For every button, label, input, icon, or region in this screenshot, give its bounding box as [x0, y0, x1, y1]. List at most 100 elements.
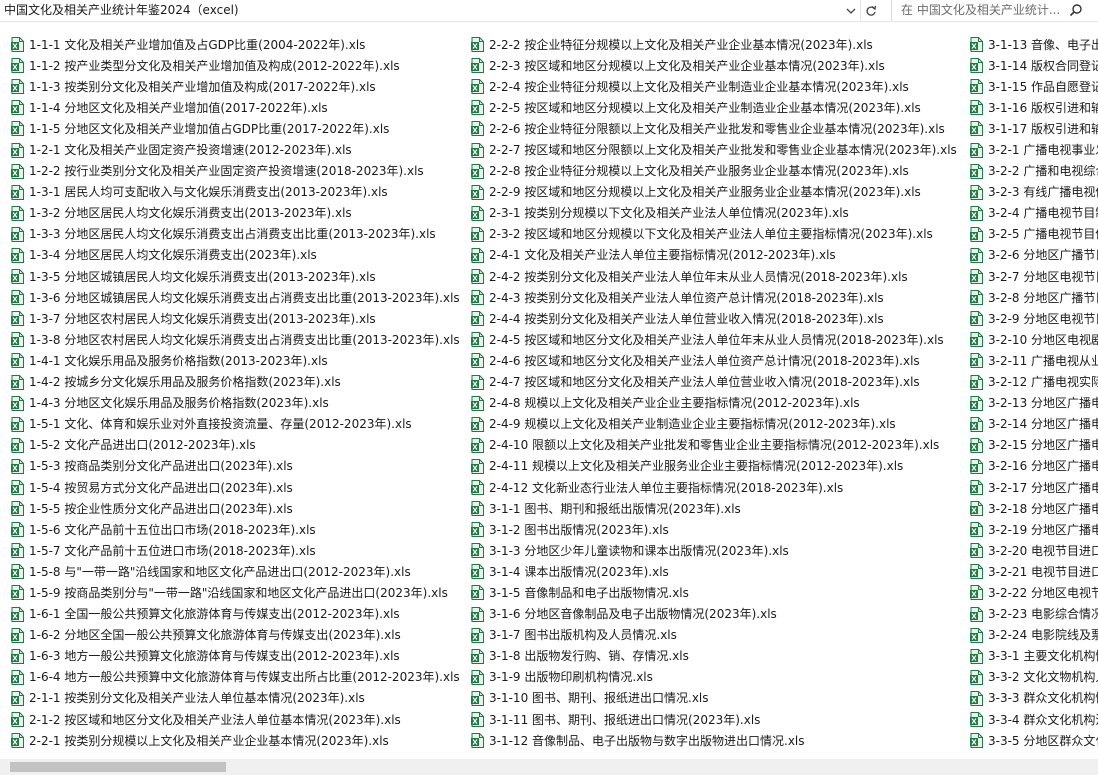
- file-item[interactable]: 3-2-7 分地区电视节目: [970, 266, 1098, 287]
- file-item[interactable]: 2-1-1 按类别分文化及相关产业法人单位基本情况(2023年).xls: [11, 688, 460, 709]
- file-item[interactable]: 2-2-3 按区域和地区分规模以上文化及相关产业企业基本情况(2023年).xl…: [471, 55, 957, 76]
- file-item[interactable]: 1-5-3 按商品类别分文化产品进出口(2023年).xls: [11, 456, 460, 477]
- file-item[interactable]: 1-5-6 文化产品前十五位出口市场(2018-2023年).xls: [11, 519, 460, 540]
- file-item[interactable]: 1-6-1 全国一般公共预算文化旅游体育与传媒支出(2012-2023年).xl…: [11, 604, 460, 625]
- file-item[interactable]: 2-3-1 按类别分规模以下文化及相关产业法人单位情况(2023年).xls: [471, 203, 957, 224]
- file-item[interactable]: 2-3-2 按区域和地区分规模以下文化及相关产业法人单位主要指标情况(2023年…: [471, 224, 957, 245]
- file-item[interactable]: 1-3-8 分地区农村居民人均文化娱乐消费支出占消费支出比重(2013-2023…: [11, 329, 460, 350]
- file-item[interactable]: 2-4-5 按区域和地区分文化及相关产业法人单位年末从业人员情况(2018-20…: [471, 329, 957, 350]
- file-item[interactable]: 2-2-6 按企业特征分限额以上文化及相关产业批发和零售业企业基本情况(2023…: [471, 118, 957, 139]
- file-item[interactable]: 1-6-2 分地区全国一般公共预算文化旅游体育与传媒支出(2023年).xls: [11, 625, 460, 646]
- file-item[interactable]: 3-1-6 分地区音像制品及电子出版物情况(2023年).xls: [471, 604, 957, 625]
- file-item[interactable]: 1-5-2 文化产品进出口(2012-2023年).xls: [11, 435, 460, 456]
- file-item[interactable]: 2-4-8 规模以上文化及相关产业企业主要指标情况(2012-2023年).xl…: [471, 393, 957, 414]
- file-item[interactable]: 1-5-4 按贸易方式分文化产品进出口(2023年).xls: [11, 477, 460, 498]
- chevron-down-icon[interactable]: [842, 0, 860, 21]
- file-item[interactable]: 2-2-1 按类别分规模以上文化及相关产业企业基本情况(2023年).xls: [11, 730, 460, 751]
- file-item[interactable]: 3-3-4 群众文化机构活: [970, 709, 1098, 730]
- file-item[interactable]: 1-3-5 分地区城镇居民人均文化娱乐消费支出(2013-2023年).xls: [11, 266, 460, 287]
- file-item[interactable]: 3-2-5 广播电视节目传: [970, 224, 1098, 245]
- file-item[interactable]: 2-4-11 规模以上文化及相关产业服务业企业主要指标情况(2012-2023年…: [471, 456, 957, 477]
- file-item[interactable]: 1-1-2 按产业类型分文化及相关产业增加值及构成(2012-2022年).xl…: [11, 55, 460, 76]
- file-item[interactable]: 3-1-7 图书出版机构及人员情况.xls: [471, 625, 957, 646]
- file-item[interactable]: 3-1-1 图书、期刊和报纸出版情况(2023年).xls: [471, 498, 957, 519]
- file-item[interactable]: 3-2-22 分地区电视节: [970, 582, 1098, 603]
- file-item[interactable]: 3-2-19 分地区广播电: [970, 519, 1098, 540]
- file-item[interactable]: 3-2-11 广播电视从业: [970, 350, 1098, 371]
- file-item[interactable]: 2-4-10 限额以上文化及相关产业批发和零售业企业主要指标情况(2012-20…: [471, 435, 957, 456]
- file-item[interactable]: 1-1-5 分地区文化及相关产业增加值占GDP比重(2017-2022年).xl…: [11, 118, 460, 139]
- file-item[interactable]: 1-4-1 文化娱乐用品及服务价格指数(2013-2023年).xls: [11, 350, 460, 371]
- file-item[interactable]: 1-6-3 地方一般公共预算文化旅游体育与传媒支出(2012-2023年).xl…: [11, 646, 460, 667]
- file-item[interactable]: 3-1-5 音像制品和电子出版物情况.xls: [471, 582, 957, 603]
- file-item[interactable]: 2-2-5 按区域和地区分规模以上文化及相关产业制造业企业基本情况(2023年)…: [471, 97, 957, 118]
- file-item[interactable]: 3-2-3 有线广播电视传: [970, 182, 1098, 203]
- file-item[interactable]: 3-2-2 广播和电视综合: [970, 161, 1098, 182]
- file-item[interactable]: 3-1-9 出版物印刷机构情况.xls: [471, 667, 957, 688]
- horizontal-scrollbar[interactable]: [0, 759, 1098, 775]
- file-item[interactable]: 2-4-2 按类别分文化及相关产业法人单位年末从业人员情况(2018-2023年…: [471, 266, 957, 287]
- file-item[interactable]: 3-2-17 分地区广播电: [970, 477, 1098, 498]
- scrollbar-thumb[interactable]: [10, 762, 226, 772]
- file-item[interactable]: 3-1-2 图书出版情况(2023年).xls: [471, 519, 957, 540]
- file-item[interactable]: 3-1-12 音像制品、电子出版物与数字出版物进出口情况.xls: [471, 730, 957, 751]
- file-item[interactable]: 2-4-4 按类别分文化及相关产业法人单位营业收入情况(2018-2023年).…: [471, 308, 957, 329]
- file-item[interactable]: 3-2-23 电影综合情况: [970, 604, 1098, 625]
- file-item[interactable]: 3-2-16 分地区广播电: [970, 456, 1098, 477]
- file-item[interactable]: 3-3-5 分地区群众文化: [970, 730, 1098, 751]
- address-bar[interactable]: 中国文化及相关产业统计年鉴2024（excel) 在 中国文化及相关产业统计..…: [0, 0, 1098, 22]
- file-item[interactable]: 1-3-3 分地区居民人均文化娱乐消费支出占消费支出比重(2013-2023年)…: [11, 224, 460, 245]
- file-item[interactable]: 1-3-2 分地区居民人均文化娱乐消费支出(2013-2023年).xls: [11, 203, 460, 224]
- file-item[interactable]: 2-4-1 文化及相关产业法人单位主要指标情况(2012-2023年).xls: [471, 245, 957, 266]
- file-item[interactable]: 3-1-10 图书、期刊、报纸进出口情况.xls: [471, 688, 957, 709]
- file-item[interactable]: 3-2-6 分地区广播节目: [970, 245, 1098, 266]
- file-item[interactable]: 3-2-13 分地区广播电: [970, 393, 1098, 414]
- file-item[interactable]: 2-4-12 文化新业态行业法人单位主要指标情况(2018-2023年).xls: [471, 477, 957, 498]
- folder-path[interactable]: 中国文化及相关产业统计年鉴2024（excel): [4, 2, 239, 19]
- file-item[interactable]: 1-3-1 居民人均可支配收入与文化娱乐消费支出(2013-2023年).xls: [11, 182, 460, 203]
- file-item[interactable]: 3-1-3 分地区少年儿童读物和课本出版情况(2023年).xls: [471, 540, 957, 561]
- file-item[interactable]: 1-5-5 按企业性质分文化产品进出口(2023年).xls: [11, 498, 460, 519]
- file-item[interactable]: 3-2-20 电视节目进口: [970, 540, 1098, 561]
- file-item[interactable]: 1-1-1 文化及相关产业增加值及占GDP比重(2004-2022年).xls: [11, 34, 460, 55]
- file-item[interactable]: 3-1-8 出版物发行购、销、存情况.xls: [471, 646, 957, 667]
- file-item[interactable]: 3-2-8 分地区广播节目: [970, 287, 1098, 308]
- file-item[interactable]: 2-4-9 规模以上文化及相关产业制造业企业主要指标情况(2012-2023年)…: [471, 414, 957, 435]
- file-item[interactable]: 1-4-2 按城乡分文化娱乐用品及服务价格指数(2023年).xls: [11, 372, 460, 393]
- file-item[interactable]: 3-2-14 分地区广播电: [970, 414, 1098, 435]
- file-item[interactable]: 3-2-21 电视节目进口: [970, 561, 1098, 582]
- file-item[interactable]: 1-5-8 与"一带一路"沿线国家和地区文化产品进出口(2012-2023年).…: [11, 561, 460, 582]
- file-item[interactable]: 2-4-6 按区域和地区分文化及相关产业法人单位资产总计情况(2018-2023…: [471, 350, 957, 371]
- file-item[interactable]: 1-5-1 文化、体育和娱乐业对外直接投资流量、存量(2012-2023年).x…: [11, 414, 460, 435]
- file-item[interactable]: 2-2-9 按区域和地区分规模以上文化及相关产业服务业企业基本情况(2023年)…: [471, 182, 957, 203]
- file-item[interactable]: 1-1-3 按类别分文化及相关产业增加值及构成(2017-2022年).xls: [11, 76, 460, 97]
- file-item[interactable]: 3-2-24 电影院线及票: [970, 625, 1098, 646]
- file-item[interactable]: 2-2-4 按企业特征分规模以上文化及相关产业制造业企业基本情况(2023年).…: [471, 76, 957, 97]
- file-item[interactable]: 1-3-7 分地区农村居民人均文化娱乐消费支出(2013-2023年).xls: [11, 308, 460, 329]
- file-item[interactable]: 1-5-7 文化产品前十五位进口市场(2018-2023年).xls: [11, 540, 460, 561]
- file-item[interactable]: 2-2-7 按区域和地区分限额以上文化及相关产业批发和零售业企业基本情况(202…: [471, 139, 957, 160]
- file-item[interactable]: 3-2-12 广播电视实际: [970, 372, 1098, 393]
- search-input[interactable]: 在 中国文化及相关产业统计...: [891, 0, 1098, 21]
- file-item[interactable]: 3-1-17 版权引进和输: [970, 118, 1098, 139]
- file-item[interactable]: 3-1-4 课本出版情况(2023年).xls: [471, 561, 957, 582]
- file-item[interactable]: 2-4-3 按类别分文化及相关产业法人单位资产总计情况(2018-2023年).…: [471, 287, 957, 308]
- refresh-icon[interactable]: [860, 0, 881, 21]
- file-item[interactable]: 2-4-7 按区域和地区分文化及相关产业法人单位营业收入情况(2018-2023…: [471, 372, 957, 393]
- file-item[interactable]: 3-2-18 分地区广播电: [970, 498, 1098, 519]
- file-item[interactable]: 3-3-3 群众文化机构情: [970, 688, 1098, 709]
- file-item[interactable]: 1-2-1 文化及相关产业固定资产投资增速(2012-2023年).xls: [11, 139, 460, 160]
- file-item[interactable]: 1-3-4 分地区居民人均文化娱乐消费支出(2023年).xls: [11, 245, 460, 266]
- file-item[interactable]: 1-1-4 分地区文化及相关产业增加值(2017-2022年).xls: [11, 97, 460, 118]
- file-item[interactable]: 3-3-1 主要文化机构情: [970, 646, 1098, 667]
- file-item[interactable]: 3-2-9 分地区电视节目: [970, 308, 1098, 329]
- file-item[interactable]: 2-2-2 按企业特征分规模以上文化及相关产业企业基本情况(2023年).xls: [471, 34, 957, 55]
- file-item[interactable]: 3-3-2 文化文物机构人: [970, 667, 1098, 688]
- file-item[interactable]: 3-1-11 图书、期刊、报纸进出口情况(2023年).xls: [471, 709, 957, 730]
- file-item[interactable]: 3-1-16 版权引进和输: [970, 97, 1098, 118]
- file-item[interactable]: 1-4-3 分地区文化娱乐用品及服务价格指数(2023年).xls: [11, 393, 460, 414]
- file-item[interactable]: 3-2-1 广播电视事业发: [970, 139, 1098, 160]
- file-item[interactable]: 1-5-9 按商品类别分与"一带一路"沿线国家和地区文化产品进出口(2023年)…: [11, 582, 460, 603]
- file-item[interactable]: 2-2-8 按企业特征分规模以上文化及相关产业服务业企业基本情况(2023年).…: [471, 161, 957, 182]
- file-item[interactable]: 3-1-13 音像、电子出: [970, 34, 1098, 55]
